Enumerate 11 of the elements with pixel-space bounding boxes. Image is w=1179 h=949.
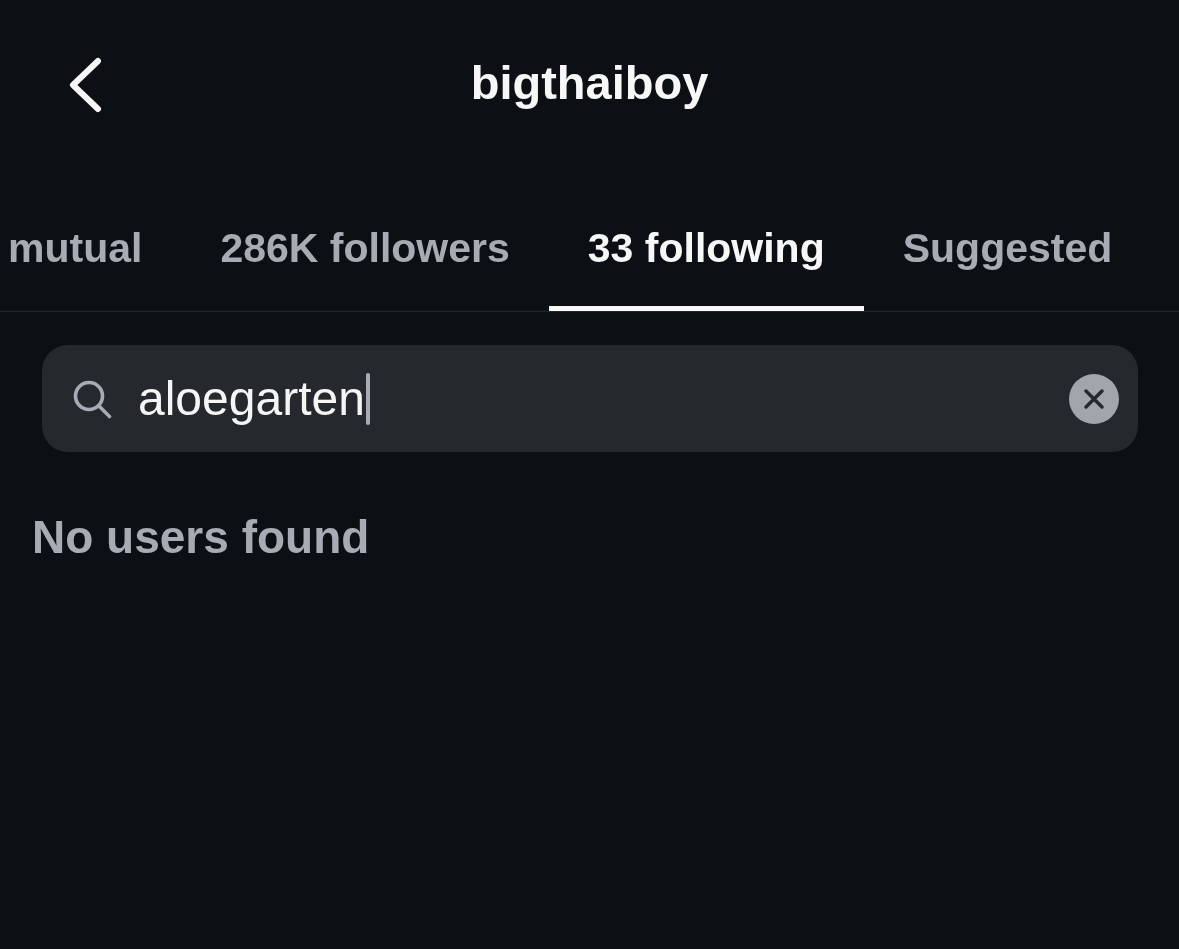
search-field[interactable]: aloegarten	[42, 345, 1138, 452]
search-icon	[72, 378, 112, 419]
empty-results-message: No users found	[32, 510, 371, 564]
close-icon	[1084, 388, 1104, 409]
tab[interactable]: mutual	[0, 220, 182, 311]
chevron-left-icon	[67, 57, 103, 113]
tab[interactable]: 33 following	[548, 220, 864, 311]
tab[interactable]: Suggested	[863, 220, 1152, 311]
clear-button[interactable]	[1069, 373, 1119, 424]
profile-username-title: bigthaiboy	[470, 55, 709, 111]
tab[interactable]: 286K followers	[181, 220, 549, 311]
